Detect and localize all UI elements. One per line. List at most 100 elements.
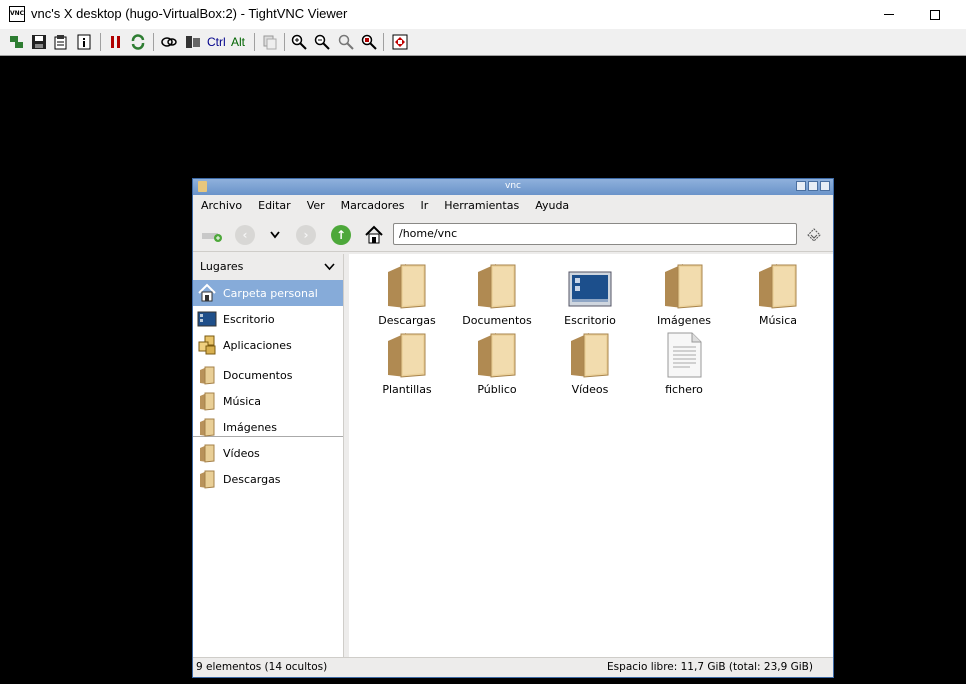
menu-archivo[interactable]: Archivo <box>193 199 250 212</box>
file-manager-window: vnc Archivo Editar Ver Marcadores Ir Her… <box>192 178 834 678</box>
free-space-status: Espacio libre: 11,7 GiB (total: 23,9 GiB… <box>607 661 813 673</box>
sidebar-header-label: Lugares <box>200 260 244 273</box>
back-icon[interactable]: ‹ <box>234 224 256 246</box>
item-count-status: 9 elementos (14 ocultos) <box>196 661 328 673</box>
sidebar-item-musica[interactable]: Música <box>193 388 343 414</box>
menu-ayuda[interactable]: Ayuda <box>527 199 577 212</box>
folder-icon <box>197 469 217 489</box>
toggle-location-icon[interactable] <box>803 224 825 246</box>
menu-editar[interactable]: Editar <box>250 199 299 212</box>
sidebar-header[interactable]: Lugares <box>193 254 343 280</box>
folder-icon <box>197 365 217 385</box>
sidebar-item-aplicaciones[interactable]: Aplicaciones <box>193 332 343 358</box>
folder-icon <box>566 331 614 379</box>
folder-icon <box>197 391 217 411</box>
new-connection-icon[interactable] <box>8 33 26 51</box>
window-title: vnc's X desktop (hugo-VirtualBox:2) - Ti… <box>31 6 348 21</box>
transfer-files-icon[interactable] <box>261 33 279 51</box>
sidebar-item-escritorio[interactable]: Escritorio <box>193 306 343 332</box>
location-field[interactable]: /home/vnc <box>393 223 797 245</box>
file-manager-title-bar: vnc <box>193 179 833 195</box>
file-label: Plantillas <box>382 383 432 396</box>
zoom-fit-icon[interactable] <box>360 33 378 51</box>
fm-minimize-button[interactable] <box>796 181 806 191</box>
home-icon <box>197 283 217 303</box>
refresh-icon[interactable] <box>129 33 147 51</box>
save-icon[interactable] <box>30 33 48 51</box>
menu-bar: Archivo Editar Ver Marcadores Ir Herrami… <box>193 195 833 215</box>
menu-herramientas[interactable]: Herramientas <box>436 199 527 212</box>
new-tab-icon[interactable] <box>201 224 223 246</box>
file-item-videos[interactable]: Vídeos <box>545 331 635 399</box>
sidebar-item-label: Música <box>223 394 262 408</box>
forward-icon[interactable]: › <box>295 224 317 246</box>
folder-icon <box>754 262 802 310</box>
file-label: Música <box>758 314 798 327</box>
chevron-down-icon[interactable] <box>324 254 335 280</box>
menu-ir[interactable]: Ir <box>412 199 436 212</box>
pause-icon[interactable] <box>106 33 124 51</box>
file-label: Vídeos <box>571 383 609 396</box>
fm-maximize-button[interactable] <box>808 181 818 191</box>
folder-icon <box>383 262 431 310</box>
ctrl-key-button[interactable]: Ctrl <box>207 33 226 51</box>
info-icon[interactable] <box>75 33 93 51</box>
send-ctrl-esc-icon[interactable] <box>184 33 202 51</box>
history-chevron-icon[interactable] <box>264 224 286 246</box>
sidebar-item-documentos[interactable]: Documentos <box>193 362 343 388</box>
sidebar-item-label: Imágenes <box>223 420 277 434</box>
sidebar-item-label: Vídeos <box>223 446 260 460</box>
desktop-icon <box>566 262 614 310</box>
sidebar-item-videos[interactable]: Vídeos <box>193 440 343 466</box>
file-item-musica[interactable]: Música <box>733 262 823 330</box>
sidebar-item-label: Descargas <box>223 472 281 486</box>
folder-icon <box>197 443 217 463</box>
file-label: Descargas <box>378 314 436 327</box>
zoom-out-icon[interactable] <box>313 33 331 51</box>
navigation-toolbar: ‹ › ↑ /home/vnc <box>193 216 833 252</box>
vnc-toolbar: Ctrl Alt <box>0 29 966 56</box>
sidebar-item-label: Escritorio <box>223 312 275 326</box>
file-label: Público <box>477 383 517 396</box>
folder-icon <box>383 331 431 379</box>
full-screen-icon[interactable] <box>391 33 409 51</box>
folder-window-icon <box>198 181 207 192</box>
sidebar-item-carpeta-personal[interactable]: Carpeta personal <box>193 280 343 306</box>
fm-close-button[interactable] <box>820 181 830 191</box>
file-item-publico[interactable]: Público <box>452 331 542 399</box>
zoom-100-icon[interactable] <box>337 33 355 51</box>
folder-icon <box>473 262 521 310</box>
alt-key-button[interactable]: Alt <box>231 33 245 51</box>
options-icon[interactable] <box>52 33 70 51</box>
sidebar-item-descargas[interactable]: Descargas <box>193 466 343 492</box>
folder-icon <box>473 331 521 379</box>
file-item-documentos[interactable]: Documentos <box>452 262 542 330</box>
file-label: fichero <box>665 383 703 396</box>
file-item-escritorio[interactable]: Escritorio <box>545 262 635 330</box>
title-bar: vnc's X desktop (hugo-VirtualBox:2) - Ti… <box>0 0 966 29</box>
status-bar: 9 elementos (14 ocultos) Espacio libre: … <box>193 657 833 677</box>
file-icon-view[interactable]: Descargas Documentos Escritorio Imágenes <box>349 254 833 657</box>
vnc-app-icon <box>9 6 25 22</box>
file-item-imagenes[interactable]: Imágenes <box>639 262 729 330</box>
applications-icon <box>197 335 217 355</box>
sidebar-item-imagenes[interactable]: Imágenes <box>193 414 343 440</box>
zoom-in-icon[interactable] <box>290 33 308 51</box>
file-item-fichero[interactable]: fichero <box>639 331 729 399</box>
sidebar-item-label: Carpeta personal <box>223 286 318 300</box>
send-ctrl-alt-del-icon[interactable] <box>160 33 178 51</box>
home-icon[interactable] <box>363 224 385 246</box>
file-label: Imágenes <box>657 314 711 327</box>
file-item-plantillas[interactable]: Plantillas <box>362 331 452 399</box>
minimize-button[interactable] <box>866 0 912 29</box>
tightvnc-window: vnc's X desktop (hugo-VirtualBox:2) - Ti… <box>0 0 966 684</box>
parent-folder-icon[interactable]: ↑ <box>330 224 352 246</box>
sidebar-item-label: Documentos <box>223 368 293 382</box>
sidebar-item-label: Aplicaciones <box>223 338 292 352</box>
file-item-descargas[interactable]: Descargas <box>362 262 452 330</box>
sidebar: Lugares Carpeta personal Escritorio Apli… <box>193 254 344 657</box>
menu-ver[interactable]: Ver <box>299 199 333 212</box>
menu-marcadores[interactable]: Marcadores <box>333 199 413 212</box>
maximize-button[interactable] <box>912 0 958 29</box>
file-manager-title: vnc <box>505 181 521 191</box>
